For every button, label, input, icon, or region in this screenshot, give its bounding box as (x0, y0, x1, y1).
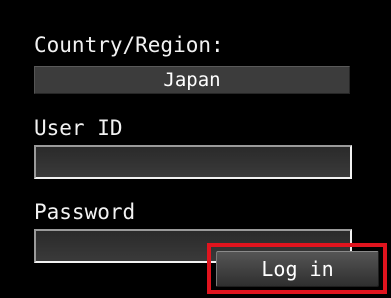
login-button[interactable]: Log in (216, 251, 379, 287)
password-label: Password (34, 200, 136, 224)
user-id-label: User ID (34, 116, 123, 140)
login-screen: Country/Region: Japan User ID Password L… (0, 0, 391, 298)
country-region-label: Country/Region: (34, 33, 224, 57)
country-region-select[interactable]: Japan (34, 66, 350, 94)
user-id-field[interactable] (34, 145, 352, 179)
